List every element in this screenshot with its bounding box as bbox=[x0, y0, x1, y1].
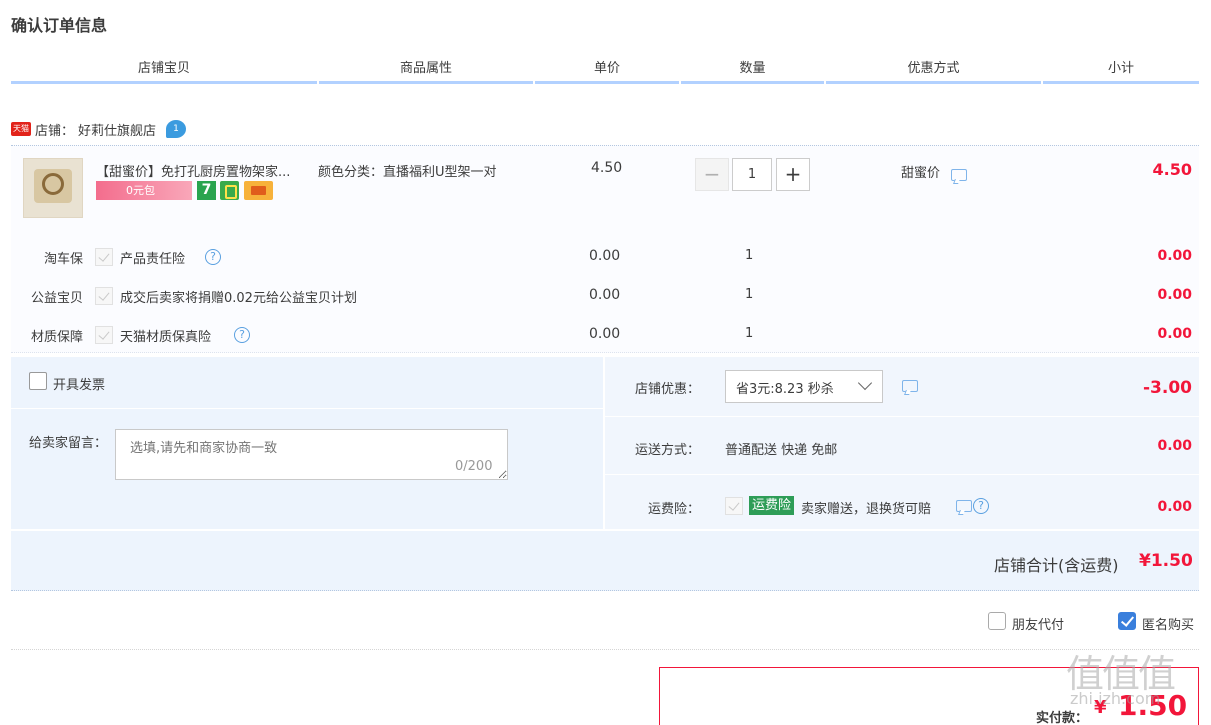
shipping-method: 普通配送 快递 免邮 bbox=[725, 443, 838, 458]
service-quantity: 1 bbox=[745, 287, 754, 302]
freight-insurance-amount: 0.00 bbox=[1157, 499, 1192, 515]
column-header-quantity: 数量 bbox=[681, 60, 824, 84]
help-icon[interactable]: ? bbox=[205, 249, 221, 265]
service-subtotal: 0.00 bbox=[1157, 248, 1192, 264]
freight-insurance-checkbox[interactable] bbox=[725, 497, 743, 515]
column-header-attributes: 商品属性 bbox=[319, 60, 533, 84]
freight-insurance-badge: 运费险 bbox=[749, 496, 795, 515]
column-header-discount: 优惠方式 bbox=[826, 60, 1041, 84]
shop-discount-amount: -3.00 bbox=[1143, 378, 1192, 398]
service-checkbox[interactable] bbox=[95, 326, 113, 344]
column-header-unit-price: 单价 bbox=[535, 60, 679, 84]
unit-price: 4.50 bbox=[591, 160, 623, 176]
service-guarantee-icon bbox=[220, 181, 239, 200]
quantity-input[interactable] bbox=[732, 158, 772, 191]
zero-yuan-tag: 0元包 bbox=[96, 181, 192, 200]
service-label: 公益宝贝 bbox=[30, 291, 83, 306]
payment-label: 实付款： bbox=[1036, 711, 1089, 725]
divider bbox=[11, 649, 1199, 650]
shop-row: 天猫 店铺： 好莉仕旗舰店 1 bbox=[11, 119, 187, 139]
product-thumbnail[interactable] bbox=[23, 158, 83, 218]
help-icon[interactable]: ? bbox=[973, 498, 989, 514]
panel-divider bbox=[605, 416, 1199, 417]
service-subtotal: 0.00 bbox=[1157, 287, 1192, 303]
service-label: 材质保障 bbox=[30, 330, 83, 345]
freight-insurance-text: 卖家赠送，退换货可赔 bbox=[801, 502, 932, 517]
seller-message-input[interactable] bbox=[115, 429, 508, 480]
discount-comment-icon[interactable] bbox=[902, 380, 918, 392]
wangwang-chat-icon[interactable]: 1 bbox=[166, 120, 187, 138]
promo-comment-icon[interactable] bbox=[951, 169, 967, 181]
quantity-decrease-button[interactable]: − bbox=[695, 158, 729, 191]
anonymous-purchase-checkbox[interactable] bbox=[1118, 612, 1136, 630]
promo-method: 甜蜜价 bbox=[901, 166, 941, 181]
shop-total-label: 店铺合计(含运费) bbox=[994, 556, 1119, 575]
service-label: 淘车保 bbox=[43, 252, 83, 267]
shop-discount-select[interactable]: 省3元:8.23 秒杀 bbox=[725, 370, 883, 403]
seven-day-return-icon: 7 bbox=[197, 181, 216, 200]
shop-total-value: ¥1.50 bbox=[1139, 551, 1193, 571]
shipping-amount: 0.00 bbox=[1157, 438, 1192, 454]
panel-divider bbox=[605, 474, 1199, 475]
service-checkbox[interactable] bbox=[95, 287, 113, 305]
service-quantity: 1 bbox=[745, 326, 754, 341]
shipping-label: 运送方式： bbox=[634, 443, 700, 458]
freight-insurance-label: 运费险： bbox=[647, 502, 700, 517]
watermark-site: zhi.izh.com bbox=[1070, 689, 1161, 708]
shop-name[interactable]: 好莉仕旗舰店 bbox=[78, 120, 156, 139]
product-title-link[interactable]: 【甜蜜价】免打孔厨房置物架家... bbox=[96, 161, 311, 180]
insurance-comment-icon[interactable] bbox=[956, 500, 972, 512]
service-price: 0.00 bbox=[589, 326, 621, 342]
invoice-checkbox[interactable] bbox=[29, 372, 47, 390]
friend-pay-checkbox[interactable] bbox=[988, 612, 1006, 630]
quantity-increase-button[interactable]: + bbox=[776, 158, 810, 191]
friend-pay-label[interactable]: 朋友代付 bbox=[1012, 614, 1064, 633]
message-char-count: 0/200 bbox=[455, 459, 493, 474]
sku-attributes: 颜色分类：直播福利U型架一对 bbox=[318, 165, 497, 180]
service-checkbox[interactable] bbox=[95, 248, 113, 266]
column-header-item: 店铺宝贝 bbox=[11, 60, 317, 84]
shop-prefix: 店铺： bbox=[35, 123, 75, 139]
item-subtotal: 4.50 bbox=[1152, 160, 1192, 179]
invoice-label[interactable]: 开具发票 bbox=[53, 374, 105, 393]
column-header-subtotal: 小计 bbox=[1043, 60, 1199, 84]
help-icon[interactable]: ? bbox=[234, 327, 250, 343]
service-quantity: 1 bbox=[745, 248, 754, 263]
tmall-icon: 天猫 bbox=[11, 122, 31, 136]
service-name: 天猫材质保真险 bbox=[120, 330, 212, 345]
seller-message-label: 给卖家留言： bbox=[29, 436, 108, 451]
service-name: 产品责任险 bbox=[120, 252, 186, 267]
credit-card-icon bbox=[244, 181, 273, 200]
service-price: 0.00 bbox=[589, 248, 621, 264]
service-name: 成交后卖家将捐赠0.02元给公益宝贝计划 bbox=[120, 291, 357, 306]
shop-discount-label: 店铺优惠： bbox=[634, 382, 700, 397]
anonymous-purchase-label[interactable]: 匿名购买 bbox=[1142, 614, 1194, 633]
service-subtotal: 0.00 bbox=[1157, 326, 1192, 342]
panel-divider bbox=[11, 408, 603, 409]
service-price: 0.00 bbox=[589, 287, 621, 303]
page-title: 确认订单信息 bbox=[11, 16, 108, 35]
